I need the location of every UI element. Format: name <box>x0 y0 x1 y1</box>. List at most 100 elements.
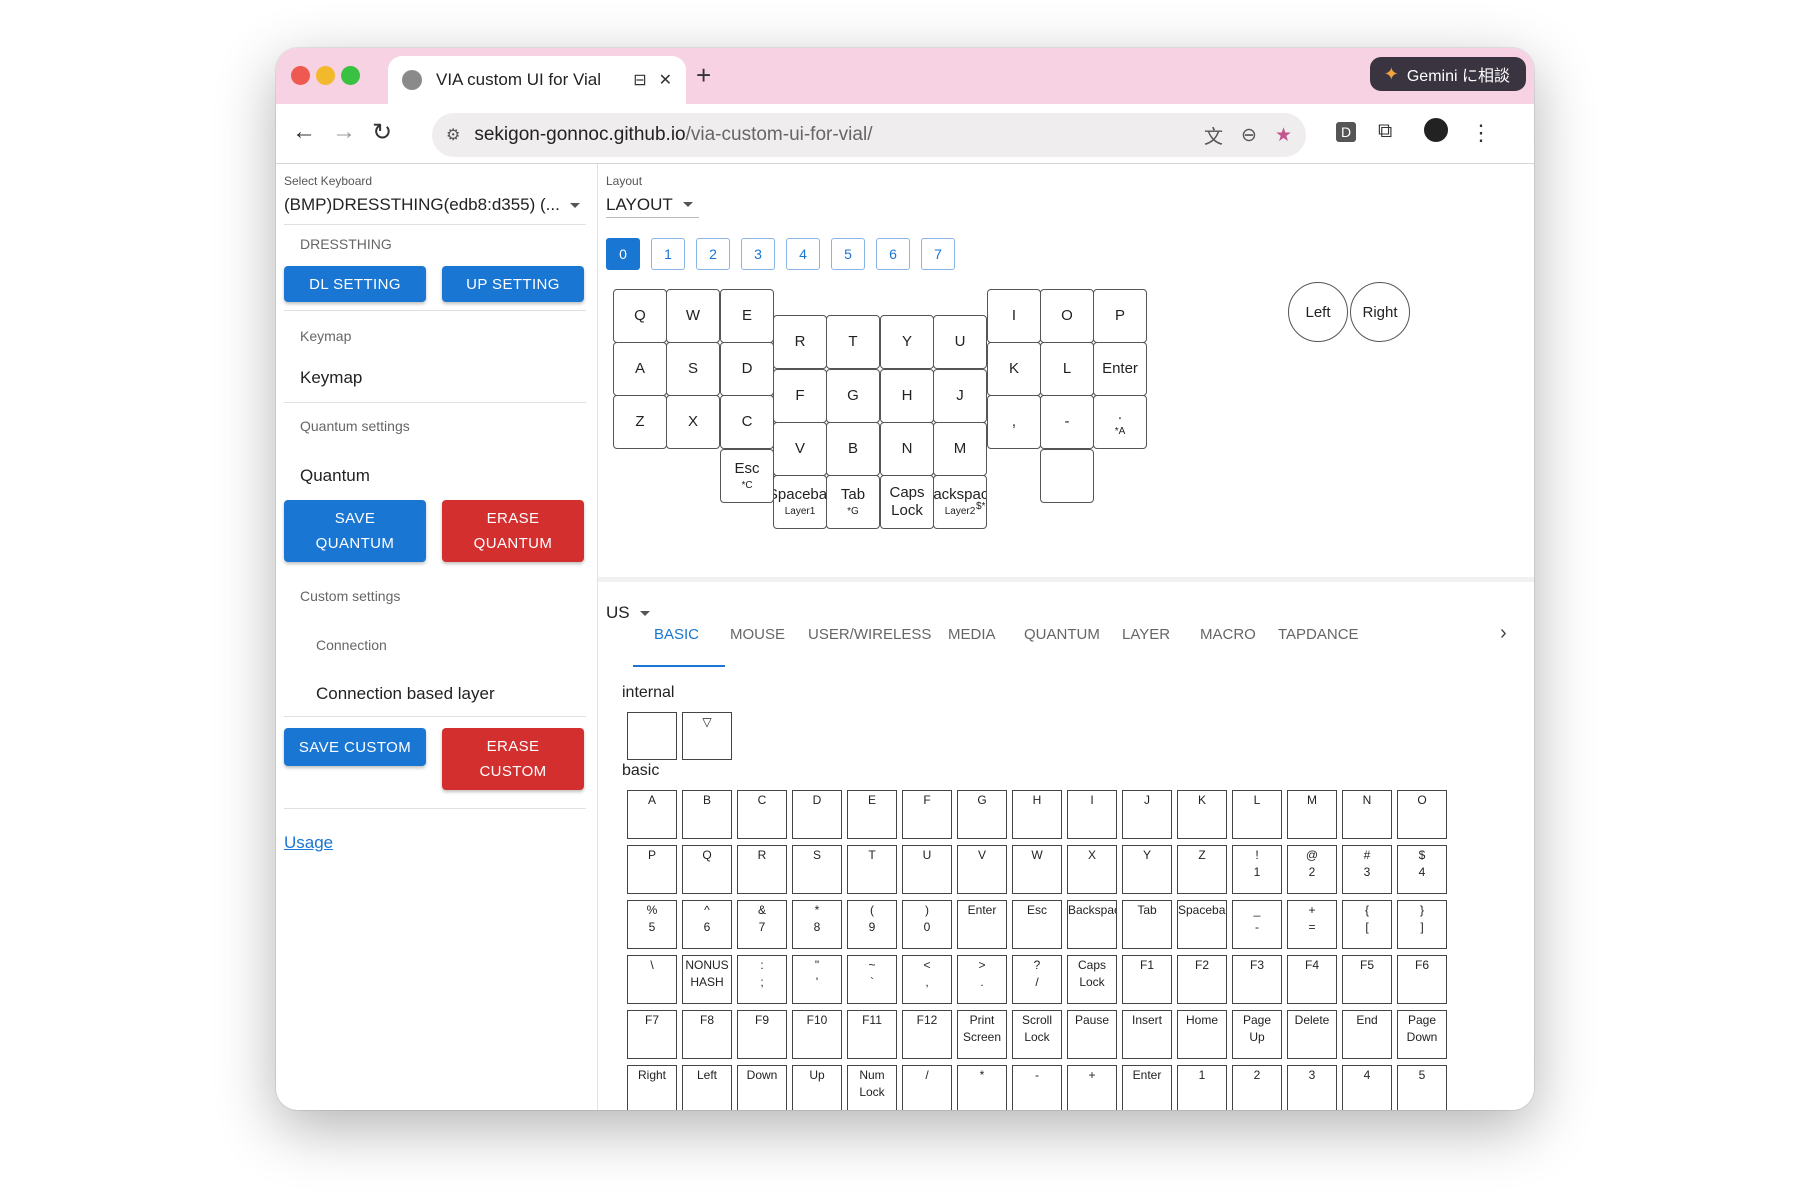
keyboard-key[interactable]: L <box>1040 342 1094 396</box>
basic-keycode[interactable]: { [ <box>1342 900 1392 949</box>
basic-keycode[interactable]: Delete <box>1287 1010 1337 1059</box>
up-setting-button[interactable]: UP SETTING <box>442 266 584 302</box>
keyboard-key[interactable]: R <box>773 315 827 369</box>
tab-quantum[interactable]: QUANTUM <box>1024 626 1100 643</box>
basic-keycode[interactable]: G <box>957 790 1007 839</box>
basic-keycode[interactable]: End <box>1342 1010 1392 1059</box>
translate-icon[interactable]: 文 <box>1204 122 1223 149</box>
basic-keycode[interactable]: R <box>737 845 787 894</box>
basic-keycode[interactable]: F <box>902 790 952 839</box>
basic-keycode[interactable]: Print Screen <box>957 1010 1007 1059</box>
keyboard-key[interactable]: Enter <box>1093 342 1147 396</box>
save-quantum-button[interactable]: SAVE QUANTUM <box>284 500 426 562</box>
basic-keycode[interactable]: F11 <box>847 1010 897 1059</box>
layer-button-4[interactable]: 4 <box>786 238 820 270</box>
basic-keycode[interactable]: O <box>1397 790 1447 839</box>
basic-keycode[interactable]: 2 <box>1232 1065 1282 1110</box>
keyboard-key[interactable]: I <box>987 289 1041 343</box>
save-custom-button[interactable]: SAVE CUSTOM <box>284 728 426 766</box>
basic-keycode[interactable]: M <box>1287 790 1337 839</box>
basic-keycode[interactable]: Enter <box>1122 1065 1172 1110</box>
layout-dropdown[interactable]: LAYOUT <box>606 192 699 218</box>
keymap-item[interactable]: Keymap <box>300 368 362 388</box>
url-text[interactable]: sekigon-gonnoc.github.io/via-custom-ui-f… <box>474 124 1186 146</box>
basic-keycode[interactable]: H <box>1012 790 1062 839</box>
keyboard-key[interactable]: V <box>773 422 827 476</box>
basic-keycode[interactable]: % 5 <box>627 900 677 949</box>
basic-keycode[interactable]: F12 <box>902 1010 952 1059</box>
browser-menu-icon[interactable]: ⋮ <box>1470 120 1492 146</box>
basic-keycode[interactable]: 5 <box>1397 1065 1447 1110</box>
basic-keycode[interactable]: Down <box>737 1065 787 1110</box>
tab-macro[interactable]: MACRO <box>1200 626 1256 643</box>
basic-keycode[interactable]: ~ ` <box>847 955 897 1004</box>
basic-keycode[interactable]: & 7 <box>737 900 787 949</box>
basic-keycode[interactable]: + <box>1067 1065 1117 1110</box>
basic-keycode[interactable]: $ 4 <box>1397 845 1447 894</box>
layer-button-7[interactable]: 7 <box>921 238 955 270</box>
basic-keycode[interactable]: \ <box>627 955 677 1004</box>
basic-keycode[interactable]: * 8 <box>792 900 842 949</box>
close-window-button[interactable] <box>291 66 310 85</box>
keyboard-key[interactable]: M <box>933 422 987 476</box>
connection-based-layer-item[interactable]: Connection based layer <box>316 684 495 704</box>
layer-button-0[interactable]: 0 <box>606 238 640 270</box>
basic-keycode[interactable]: D <box>792 790 842 839</box>
basic-keycode[interactable]: # 3 <box>1342 845 1392 894</box>
basic-keycode[interactable]: I <box>1067 790 1117 839</box>
encoder-left[interactable]: Left <box>1288 282 1348 342</box>
basic-keycode[interactable]: Page Down <box>1397 1010 1447 1059</box>
new-tab-button[interactable]: + <box>696 60 711 91</box>
basic-keycode[interactable]: T <box>847 845 897 894</box>
basic-keycode[interactable]: Pause <box>1067 1010 1117 1059</box>
basic-keycode[interactable]: F6 <box>1397 955 1447 1004</box>
profile-avatar-icon[interactable] <box>1424 118 1448 142</box>
maximize-window-button[interactable] <box>341 66 360 85</box>
basic-keycode[interactable]: Caps Lock <box>1067 955 1117 1004</box>
back-arrow-icon[interactable]: ← <box>292 118 316 146</box>
basic-keycode[interactable]: F3 <box>1232 955 1282 1004</box>
basic-keycode[interactable]: Insert <box>1122 1010 1172 1059</box>
keyboard-key[interactable]: Esc *C <box>720 449 774 503</box>
erase-quantum-button[interactable]: ERASE QUANTUM <box>442 500 584 562</box>
gemini-button[interactable]: ✦ Gemini に相談 <box>1369 57 1526 91</box>
basic-keycode[interactable]: E <box>847 790 897 839</box>
layer-button-6[interactable]: 6 <box>876 238 910 270</box>
basic-keycode[interactable]: Page Up <box>1232 1010 1282 1059</box>
basic-keycode[interactable]: 3 <box>1287 1065 1337 1110</box>
basic-keycode[interactable]: F9 <box>737 1010 787 1059</box>
basic-keycode[interactable]: < , <box>902 955 952 1004</box>
basic-keycode[interactable]: L <box>1232 790 1282 839</box>
tab-mouse[interactable]: MOUSE <box>730 626 785 643</box>
basic-keycode[interactable]: S <box>792 845 842 894</box>
quantum-item[interactable]: Quantum <box>300 466 370 486</box>
reload-icon[interactable]: ↻ <box>372 118 392 147</box>
tab-basic[interactable]: BASIC <box>654 626 699 643</box>
keyboard-key[interactable]: T <box>826 315 880 369</box>
basic-keycode[interactable]: / <box>902 1065 952 1110</box>
basic-keycode[interactable]: 4 <box>1342 1065 1392 1110</box>
address-bar[interactable]: ⚙ sekigon-gonnoc.github.io/via-custom-ui… <box>432 113 1306 157</box>
keyboard-key[interactable]: Z <box>613 395 667 449</box>
keyboard-key[interactable] <box>1040 449 1094 503</box>
usage-link[interactable]: Usage <box>284 833 333 853</box>
select-keyboard-dropdown[interactable]: (BMP)DRESSTHING(edb8:d355) (... <box>284 192 586 218</box>
basic-keycode[interactable]: ? / <box>1012 955 1062 1004</box>
bookmark-star-icon[interactable]: ★ <box>1275 124 1292 147</box>
basic-keycode[interactable]: Enter <box>957 900 1007 949</box>
basic-keycode[interactable]: F5 <box>1342 955 1392 1004</box>
basic-keycode[interactable]: Backspace <box>1067 900 1117 949</box>
basic-keycode[interactable]: ^ 6 <box>682 900 732 949</box>
keymap-lang-dropdown[interactable]: US <box>606 600 650 626</box>
basic-keycode[interactable]: Spacebar <box>1177 900 1227 949</box>
basic-keycode[interactable]: NONUS HASH <box>682 955 732 1004</box>
basic-keycode[interactable]: V <box>957 845 1007 894</box>
site-info-icon[interactable]: ⚙ <box>446 125 460 145</box>
tab-tapdance[interactable]: TAPDANCE <box>1278 626 1359 643</box>
keyboard-key[interactable]: A <box>613 342 667 396</box>
keyboard-key[interactable]: Spacebar Layer1 <box>773 475 827 529</box>
basic-keycode[interactable]: > . <box>957 955 1007 1004</box>
keyboard-key[interactable]: W <box>666 289 720 343</box>
basic-keycode[interactable]: } ] <box>1397 900 1447 949</box>
layer-button-3[interactable]: 3 <box>741 238 775 270</box>
